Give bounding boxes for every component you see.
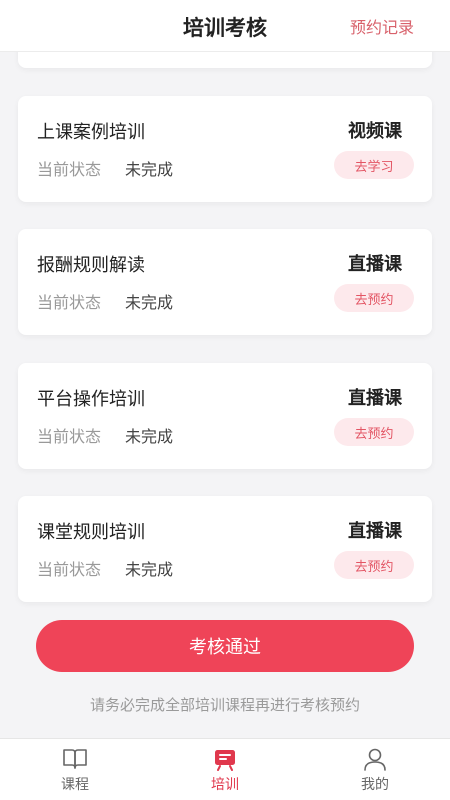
booking-records-link[interactable]: 预约记录 (350, 14, 414, 38)
course-name: 报酬规则解读 (37, 255, 145, 276)
course-name: 上课案例培训 (37, 122, 145, 143)
course-type: 直播课 (348, 521, 402, 542)
training-board-icon (215, 750, 235, 771)
user-icon (364, 748, 386, 771)
course-card[interactable]: 课堂规则培训 直播课 当前状态 未完成 去预约 (18, 496, 432, 602)
go-book-button[interactable]: 去预约 (334, 418, 414, 446)
status-label: 当前状态 (37, 427, 102, 446)
course-card-partial (18, 52, 432, 68)
tab-mine[interactable]: 我的 (300, 739, 450, 800)
course-card[interactable]: 报酬规则解读 直播课 当前状态 未完成 去预约 (18, 229, 432, 335)
book-icon (63, 749, 87, 769)
top-nav-bar: 培训考核 预约记录 (0, 0, 450, 52)
tab-training[interactable]: 培训 (150, 739, 300, 800)
status-label: 当前状态 (37, 293, 102, 312)
status-value: 未完成 (125, 293, 174, 312)
status-label: 当前状态 (37, 160, 102, 179)
course-name: 平台操作培训 (37, 389, 145, 410)
go-study-button[interactable]: 去学习 (334, 151, 414, 179)
status-value: 未完成 (125, 160, 174, 179)
go-book-button[interactable]: 去预约 (334, 551, 414, 579)
tab-label: 课程 (61, 777, 89, 793)
tab-label: 培训 (211, 777, 239, 793)
assessment-pass-button[interactable]: 考核通过 (36, 620, 414, 672)
course-type: 视频课 (348, 121, 402, 142)
tab-label: 我的 (361, 777, 389, 793)
status-value: 未完成 (125, 560, 174, 579)
completion-notice: 请务必完成全部培训课程再进行考核预约 (89, 696, 360, 714)
course-card[interactable]: 上课案例培训 视频课 当前状态 未完成 去学习 (18, 96, 432, 202)
status-label: 当前状态 (37, 560, 102, 579)
status-value: 未完成 (125, 427, 174, 446)
go-book-button[interactable]: 去预约 (334, 284, 414, 312)
tab-courses[interactable]: 课程 (0, 739, 150, 800)
course-name: 课堂规则培训 (37, 522, 145, 543)
course-type: 直播课 (348, 388, 402, 409)
course-card[interactable]: 平台操作培训 直播课 当前状态 未完成 去预约 (18, 363, 432, 469)
course-type: 直播课 (348, 254, 402, 275)
bottom-tab-bar: 课程 培训 我的 (0, 738, 450, 800)
course-list-area[interactable]: 上课案例培训 视频课 当前状态 未完成 去学习 报酬规则解读 直播课 当前状态 … (0, 52, 450, 738)
